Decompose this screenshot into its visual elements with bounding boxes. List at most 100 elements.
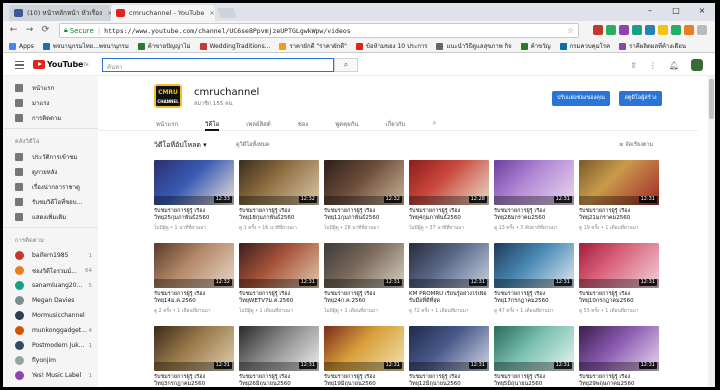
extension-icon[interactable]: [593, 25, 603, 35]
notifications-bell-icon[interactable]: 🔔︎: [669, 61, 679, 70]
reload-icon[interactable]: ⟳: [39, 24, 52, 37]
bookmark-item[interactable]: ค้าขายปัญญาไม่: [137, 41, 191, 51]
video-card[interactable]: 12:31 รับชมรายการผู้รู้ เรื่องวิทยุ3กรกฎา…: [154, 326, 234, 387]
bookmark-star-icon[interactable]: ☆: [567, 26, 574, 35]
video-card[interactable]: 12:31 รับชมรายการผู้รู้ เรื่องวิทยุ12มิถุ…: [409, 326, 489, 387]
search-button[interactable]: ⌕: [334, 58, 358, 72]
sidebar-item-trending[interactable]: มาแรง: [3, 95, 98, 110]
video-thumbnail[interactable]: 12:31: [579, 160, 659, 205]
sidebar-item-show-more[interactable]: แสดงเพิ่มเติม: [3, 209, 98, 224]
video-thumbnail[interactable]: 12:31: [579, 326, 659, 371]
subscription-item[interactable]: Postmodern Juk... 1: [3, 338, 98, 353]
customize-channel-button[interactable]: ปรับแต่งช่องของคุณ: [552, 91, 610, 106]
video-card[interactable]: 12:31 รับชมรายการผู้รู้ เรื่องวิทยุ5มิถุน…: [494, 326, 574, 387]
video-thumbnail[interactable]: 12:28: [409, 160, 489, 205]
view-all-link[interactable]: ดูวิดีโอทั้งหมด: [236, 141, 270, 149]
video-thumbnail[interactable]: 12:32: [154, 243, 234, 288]
video-card[interactable]: 12:31 รับชมรายการผู้รู้ เรื่องวิทยุ24ก.ค.…: [324, 243, 404, 315]
video-thumbnail[interactable]: 12:31: [409, 243, 489, 288]
close-tab-icon[interactable]: ×: [102, 9, 111, 17]
maximize-button[interactable]: □: [663, 3, 689, 19]
tab-youtube[interactable]: cmruchannel - YouTube ×: [111, 5, 215, 21]
channel-logo[interactable]: CMRU CHANNEL: [154, 84, 182, 108]
video-title[interactable]: รับชมรายการผู้รู้ เรื่องวิทยุ29พฤษภาคม25…: [579, 374, 659, 387]
tab-home[interactable]: หน้าแรก: [156, 116, 178, 131]
bookmark-item[interactable]: ราคีผลิตผลที่ค้างเดือน: [619, 41, 686, 51]
close-window-button[interactable]: ×: [689, 3, 715, 19]
bookmark-item[interactable]: แนะนำวิธีดูแลสุขภาพ กิจ: [436, 41, 512, 51]
video-title[interactable]: KM PROMRU เรียนรู้อย่างไรเพื่อรับมือที่ด…: [409, 291, 489, 305]
account-avatar[interactable]: [691, 59, 703, 71]
video-title[interactable]: รับชมรายการผู้รู้ เรื่องวิทยุ11กุมภาพันธ…: [324, 208, 404, 222]
video-card[interactable]: 12:31 รับชมรายการผู้รู้ เรื่องวิทยุWETV7ม…: [239, 243, 319, 315]
video-thumbnail[interactable]: 12:32: [324, 160, 404, 205]
video-card[interactable]: 12:32 รับชมรายการผู้รู้ เรื่องวิทยุ14ม.ค.…: [154, 243, 234, 315]
tab-channels[interactable]: ช่อง: [298, 116, 309, 131]
tab-about[interactable]: เกี่ยวกับ: [385, 116, 405, 131]
video-card[interactable]: 12:32 รับชมรายการผู้รู้ เรื่องวิทยุ18กุมภ…: [239, 160, 319, 232]
video-card[interactable]: 12:31 รับชมรายการผู้รู้ เรื่องวิทยุ19มิถุ…: [324, 326, 404, 387]
video-thumbnail[interactable]: 12:31: [154, 326, 234, 371]
forward-arrow-icon[interactable]: →: [23, 24, 36, 37]
creator-studio-button[interactable]: สตูดิโอผู้สร้าง: [619, 91, 662, 106]
address-bar[interactable]: 🔒︎ Secure | https://www.youtube.com/chan…: [59, 23, 579, 38]
page-scrollbar[interactable]: [708, 76, 715, 387]
tab-playlists[interactable]: เพลย์ลิสต์: [246, 116, 270, 131]
scrollbar-thumb[interactable]: [709, 79, 714, 119]
video-card[interactable]: 12:31 รับชมรายการผู้รู้ เรื่องวิทยุ29พฤษภ…: [579, 326, 659, 387]
menu-dots-icon[interactable]: [697, 25, 707, 35]
sort-by-button[interactable]: ≡ จัดเรียงตาม: [619, 141, 653, 149]
sidebar-item-subscriptions[interactable]: การติดตาม: [3, 110, 98, 125]
subscription-item[interactable]: munkonggadget... 4: [3, 323, 98, 338]
sidebar-item-playlist[interactable]: รับชมวิดีโอที่ชอบ...: [3, 194, 98, 209]
sidebar-item-history[interactable]: ประวัติการเข้าชม: [3, 149, 98, 164]
video-thumbnail[interactable]: 12:31: [409, 326, 489, 371]
video-card[interactable]: 12:31 KM PROMRU เรียนรู้อย่างไรเพื่อรับมื…: [409, 243, 489, 315]
subscription-item[interactable]: Megan Davies: [3, 293, 98, 308]
extension-icon[interactable]: [658, 25, 668, 35]
tab-videos[interactable]: วิดีโอ: [205, 116, 220, 131]
video-card[interactable]: 12:31 รับชมรายการผู้รู้ เรื่องวิทยุ26มิถุ…: [239, 326, 319, 387]
tab-facebook[interactable]: (10) หน้าหลักหน้า หัวเรื่อง ×: [9, 5, 111, 21]
video-thumbnail[interactable]: 12:31: [324, 326, 404, 371]
extension-icon[interactable]: [645, 25, 655, 35]
subscription-item[interactable]: flyonjim: [3, 353, 98, 368]
subscription-item[interactable]: sanamluang20... 5: [3, 278, 98, 293]
video-title[interactable]: รับชมรายการผู้รู้ เรื่องวิทยุWETV7ม.ค.25…: [239, 291, 319, 305]
uploads-dropdown[interactable]: วิดีโอที่อัปโหลด ▾: [154, 140, 207, 151]
video-title[interactable]: รับชมรายการผู้รู้ เรื่องวิทยุ17กรกฎาคม25…: [494, 291, 574, 305]
apps-icon[interactable]: ⋮: [649, 61, 657, 70]
video-thumbnail[interactable]: 12:31: [579, 243, 659, 288]
video-title[interactable]: รับชมรายการผู้รู้ เรื่องวิทยุ19มิถุนายน2…: [324, 374, 404, 387]
bookmark-item[interactable]: ค้าขวัญ: [520, 41, 551, 51]
video-title[interactable]: รับชมรายการผู้รู้ เรื่องวิทยุ21มกราคม256…: [579, 208, 659, 222]
video-thumbnail[interactable]: 12:31: [239, 326, 319, 371]
bookmark-item[interactable]: พจนานุกรมไทย...พจนานุกรม: [42, 41, 129, 51]
video-thumbnail[interactable]: 12:31: [239, 243, 319, 288]
video-title[interactable]: รับชมรายการผู้รู้ เรื่องวิทยุ10กรกฎาคม25…: [579, 291, 659, 305]
video-card[interactable]: 12:31 รับชมรายการผู้รู้ เรื่องวิทยุ17กรกฎ…: [494, 243, 574, 315]
bookmark-item[interactable]: ข้อห้ามของ 10 ประการ: [355, 41, 427, 51]
bookmark-item[interactable]: ราคาผักดี "ราคาผักดี": [279, 41, 347, 51]
video-thumbnail[interactable]: 12:31: [494, 160, 574, 205]
video-thumbnail[interactable]: 12:31: [494, 243, 574, 288]
video-title[interactable]: รับชมรายการผู้รู้ เรื่องวิทยุ5มิถุนายน25…: [494, 374, 574, 387]
youtube-logo[interactable]: YouTube TH: [33, 60, 89, 69]
video-title[interactable]: รับชมรายการผู้รู้ เรื่องวิทยุ14ม.ค.2560: [154, 291, 234, 305]
video-title[interactable]: รับชมรายการผู้รู้ เรื่องวิทยุ12มิถุนายน2…: [409, 374, 489, 387]
bookmark-item[interactable]: WeddingTraditions...: [199, 42, 270, 50]
video-title[interactable]: รับชมรายการผู้รู้ เรื่องวิทยุ18กุมภาพันธ…: [239, 208, 319, 222]
video-card[interactable]: 12:28 รับชมรายการผู้รู้ เรื่องวิทยุ4กุมภา…: [409, 160, 489, 232]
video-card[interactable]: 12:31 รับชมรายการผู้รู้ เรื่องวิทยุ28มกรา…: [494, 160, 574, 232]
video-card[interactable]: 12:31 รับชมรายการผู้รู้ เรื่องวิทยุ10กรกฎ…: [579, 243, 659, 315]
video-thumbnail[interactable]: 12:31: [494, 326, 574, 371]
extension-icon[interactable]: [606, 25, 616, 35]
video-thumbnail[interactable]: 12:31: [324, 243, 404, 288]
close-tab-icon[interactable]: ×: [204, 9, 214, 17]
subscription-item[interactable]: ช่องวิดีโอรวมม์... 64: [3, 263, 98, 278]
bookmark-apps[interactable]: Apps: [9, 42, 34, 50]
extension-icon[interactable]: [619, 25, 629, 35]
subscription-item[interactable]: Mormusicchannel: [3, 308, 98, 323]
channel-search-icon[interactable]: ⌕: [432, 116, 436, 131]
video-card[interactable]: 12:32 รับชมรายการผู้รู้ เรื่องวิทยุ11กุมภ…: [324, 160, 404, 232]
